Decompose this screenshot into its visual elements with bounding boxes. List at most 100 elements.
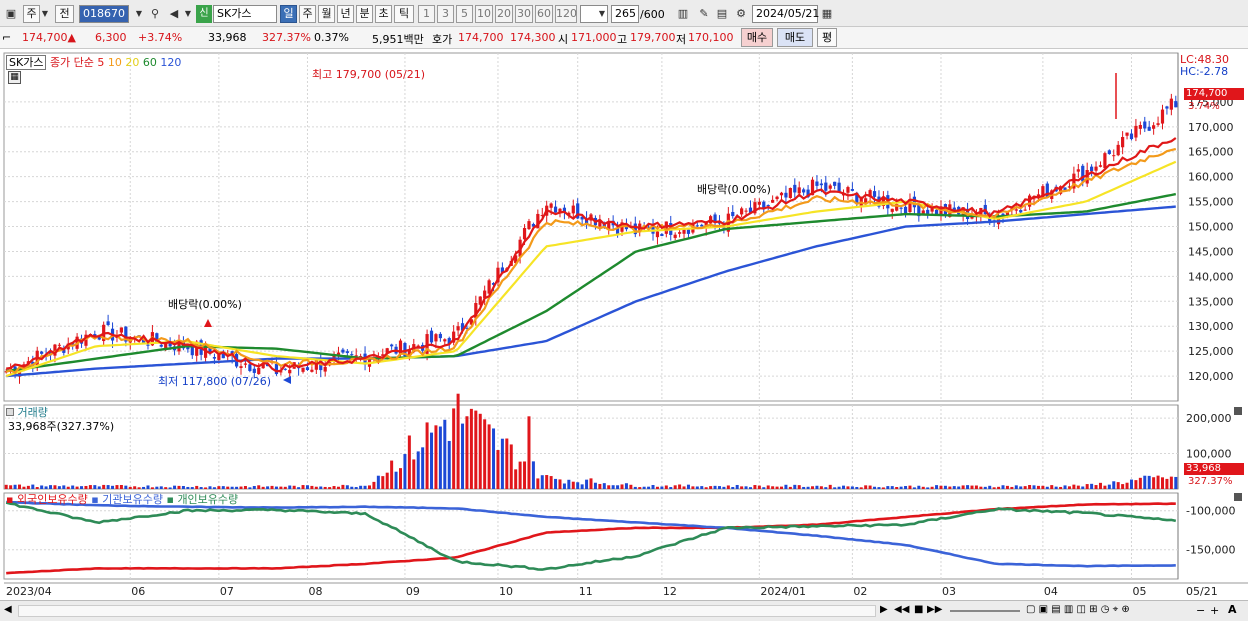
period-minute-button[interactable]: 분 xyxy=(356,5,373,23)
candle-body xyxy=(1014,209,1018,211)
volume-bar xyxy=(1067,486,1071,489)
current-pct-tag: 3.74% xyxy=(1188,101,1220,112)
period-month-button[interactable]: 월 xyxy=(318,5,335,23)
volume-bar xyxy=(1041,485,1045,489)
count-3-button[interactable]: 3 xyxy=(437,5,454,23)
price-change-pct: +3.74% xyxy=(138,31,183,44)
search-icon[interactable]: ⚲ xyxy=(147,5,163,23)
gear-icon[interactable]: ⚙ xyxy=(733,5,749,23)
chart-type-icon[interactable]: ▥ xyxy=(675,5,691,23)
volume-bar xyxy=(452,408,456,489)
type-all-button[interactable]: 전 xyxy=(55,5,74,23)
scroll-left-icon[interactable]: ◀ xyxy=(4,604,12,615)
volume-bar xyxy=(624,483,628,489)
volume-bar xyxy=(788,486,792,489)
volume-bar xyxy=(1121,484,1125,489)
count-60-button[interactable]: 60 xyxy=(535,5,553,23)
period-tick-button[interactable]: 틱 xyxy=(394,5,414,23)
volume-value: 33,968 xyxy=(208,31,247,44)
calendar-icon[interactable]: ▦ xyxy=(819,5,835,23)
period-day-button[interactable]: 일 xyxy=(280,5,297,23)
count-5-button[interactable]: 5 xyxy=(456,5,473,23)
volume-bar xyxy=(310,485,314,489)
candle-body xyxy=(146,344,150,346)
view-count-input[interactable]: 265 xyxy=(611,5,639,23)
volume-bar xyxy=(678,484,682,489)
volume-bar xyxy=(199,487,203,489)
volume-bar xyxy=(722,486,726,489)
volume-bar xyxy=(483,419,487,489)
volume-bar xyxy=(1129,479,1133,489)
count-20-button[interactable]: 20 xyxy=(495,5,513,23)
font-size-icon[interactable]: A xyxy=(1228,603,1237,616)
volume-bar xyxy=(434,425,438,489)
volume-bar xyxy=(1010,486,1014,489)
type-stock-button[interactable]: 주 xyxy=(23,5,40,23)
date-input[interactable]: 2024/05/21 xyxy=(752,5,819,23)
legend-stock-name[interactable]: SK가스 xyxy=(6,55,47,70)
volume-bar xyxy=(1090,483,1094,489)
volume-bar xyxy=(13,484,17,489)
volume-bar xyxy=(518,461,522,489)
layout-icons[interactable]: ▢ ▣ ▤ ▥ ◫ ⊞ ◷ ⌖ ⊕ xyxy=(1026,604,1130,615)
volume-cur-pct-tag: 327.37% xyxy=(1188,476,1233,487)
period-second-button[interactable]: 초 xyxy=(375,5,392,23)
volume-bar xyxy=(638,487,642,489)
volume-bar xyxy=(305,485,309,489)
zoom-slider[interactable] xyxy=(950,610,1020,612)
volume-bar xyxy=(438,426,442,489)
window-menu-icon[interactable]: ▣ xyxy=(3,5,19,23)
volume-bar xyxy=(372,481,376,489)
candle-body xyxy=(660,233,664,237)
period-week-button[interactable]: 주 xyxy=(299,5,316,23)
candle-body xyxy=(1143,121,1147,129)
chart-table-icon[interactable]: ▦ xyxy=(8,71,21,84)
volume-bar xyxy=(1072,484,1076,489)
type-dropdown-icon[interactable]: ▼ xyxy=(40,5,50,23)
custom-count-dropdown-icon[interactable]: ▼ xyxy=(594,5,610,23)
volume-bar xyxy=(633,486,637,489)
price-tick-label: 145,000 xyxy=(1188,245,1234,258)
volume-toggle-icon[interactable] xyxy=(6,408,14,416)
count-30-button[interactable]: 30 xyxy=(515,5,533,23)
code-dropdown-icon[interactable]: ▼ xyxy=(131,5,147,23)
count-10-button[interactable]: 10 xyxy=(475,5,493,23)
volume-bar xyxy=(18,484,22,489)
volume-bar xyxy=(226,486,230,489)
scroll-right-icon[interactable]: ▶ xyxy=(880,604,888,615)
volume-bar xyxy=(899,486,903,489)
scrollbar-track[interactable] xyxy=(18,605,876,617)
forward-icon[interactable]: ▶▶ xyxy=(927,604,942,615)
price-tick-label: 130,000 xyxy=(1188,320,1234,333)
volume-bar xyxy=(88,485,92,489)
stock-code-input[interactable]: 018670 xyxy=(79,5,129,23)
period-year-button[interactable]: 년 xyxy=(337,5,354,23)
volume-bar xyxy=(868,485,872,489)
average-button[interactable]: 평 xyxy=(817,28,837,47)
volume-bar xyxy=(314,486,318,489)
stock-name-field[interactable]: SK가스 xyxy=(213,5,277,23)
sell-button[interactable]: 매도 xyxy=(777,28,813,47)
draw-tool-icon[interactable]: ✎ xyxy=(696,5,712,23)
volume-bar xyxy=(979,486,983,489)
zoom-out-icon[interactable]: − xyxy=(1196,604,1205,617)
count-1-button[interactable]: 1 xyxy=(418,5,435,23)
candle-body xyxy=(775,196,779,200)
speaker-dropdown-icon[interactable]: ▼ xyxy=(180,5,196,23)
volume-bar xyxy=(585,479,589,489)
volume-bar xyxy=(824,487,828,489)
save-icon[interactable]: ▤ xyxy=(714,5,730,23)
zoom-in-icon[interactable]: + xyxy=(1210,604,1219,617)
rewind-icon[interactable]: ◀◀ xyxy=(894,604,909,615)
volume-bar xyxy=(828,484,832,489)
volume-bar xyxy=(115,485,119,489)
volume-bar xyxy=(407,435,411,489)
buy-button[interactable]: 매수 xyxy=(741,28,773,47)
volume-bar xyxy=(164,487,168,489)
expand-icon[interactable]: ⌐ xyxy=(2,31,11,44)
candle-body xyxy=(793,184,797,193)
candle-body xyxy=(872,191,877,197)
stock-chart[interactable]: 2023/04 06 07 08 09 10 11 12 2024/01 02 03 04 05 05/2… xyxy=(0,49,1248,621)
count-120-button[interactable]: 120 xyxy=(555,5,577,23)
stop-icon[interactable]: ■ xyxy=(914,604,923,615)
